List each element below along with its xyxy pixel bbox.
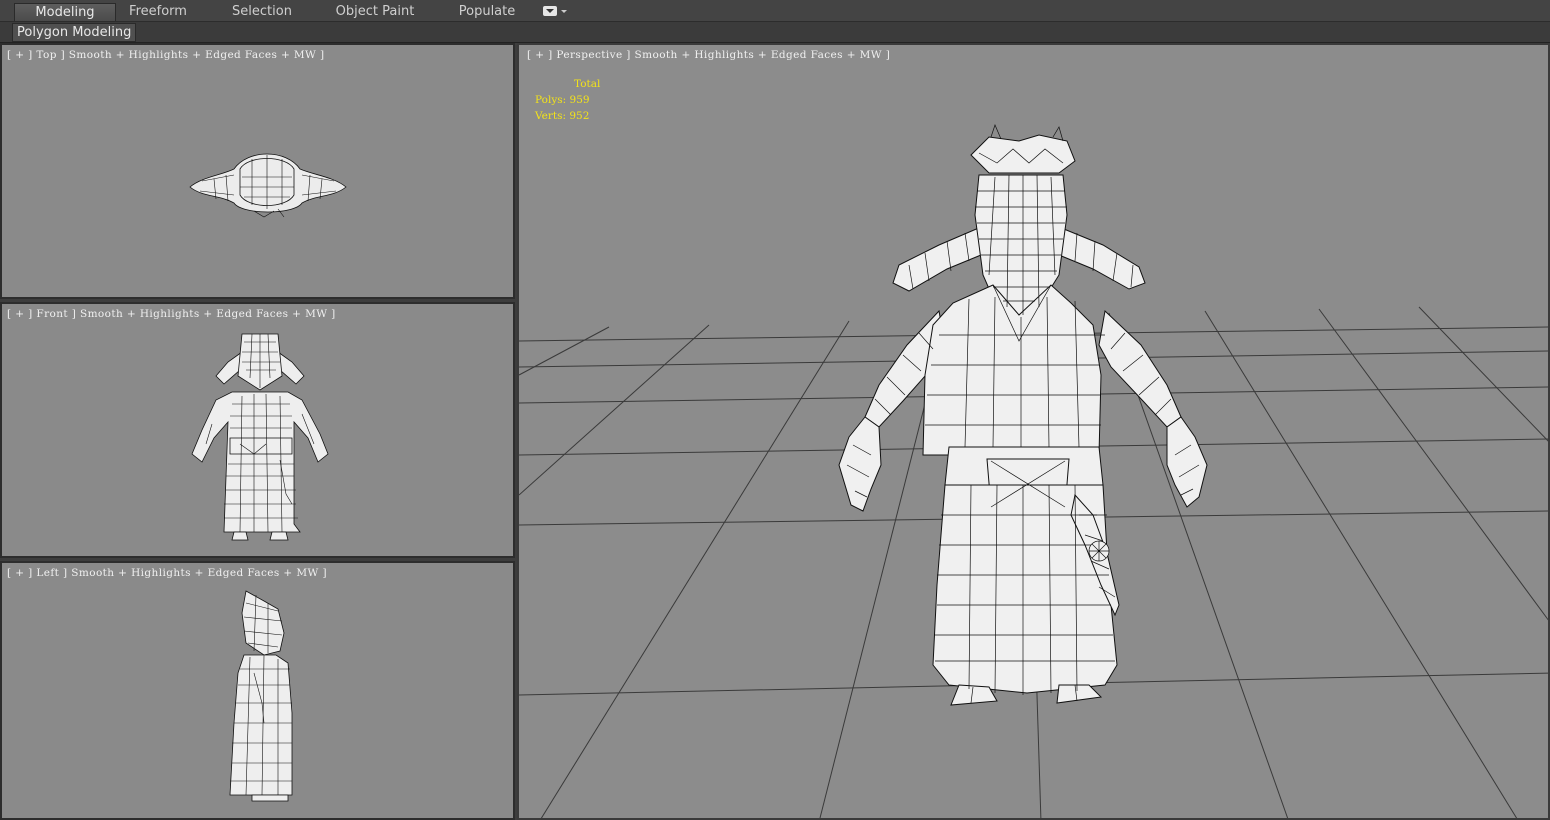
ribbon-tab-bar: Modeling Freeform Selection Object Paint… — [0, 0, 1550, 22]
ribbon-options-dropdown[interactable] — [543, 6, 567, 18]
top-view-model — [189, 153, 347, 218]
left-view-model — [229, 590, 293, 802]
tab-freeform[interactable]: Freeform — [114, 3, 202, 21]
chevron-down-icon — [561, 10, 567, 13]
ribbon-panel: Polygon Modeling — [0, 22, 1550, 43]
front-view-model — [191, 333, 329, 541]
display-icon — [543, 6, 557, 16]
tab-object-paint[interactable]: Object Paint — [322, 3, 428, 21]
tab-selection[interactable]: Selection — [212, 3, 312, 21]
tab-modeling[interactable]: Modeling — [14, 3, 116, 22]
viewport-front[interactable]: [ + ] Front ] Smooth + Highlights + Edge… — [0, 302, 515, 558]
tab-populate[interactable]: Populate — [438, 3, 536, 21]
viewport-top[interactable]: [ + ] Top ] Smooth + Highlights + Edged … — [0, 43, 515, 299]
viewport-perspective[interactable]: [ + ] Perspective ] Smooth + Highlights … — [517, 43, 1550, 820]
polygon-modeling-button[interactable]: Polygon Modeling — [12, 23, 137, 42]
viewport-left[interactable]: [ + ] Left ] Smooth + Highlights + Edged… — [0, 561, 515, 820]
perspective-scene — [519, 124, 1548, 818]
